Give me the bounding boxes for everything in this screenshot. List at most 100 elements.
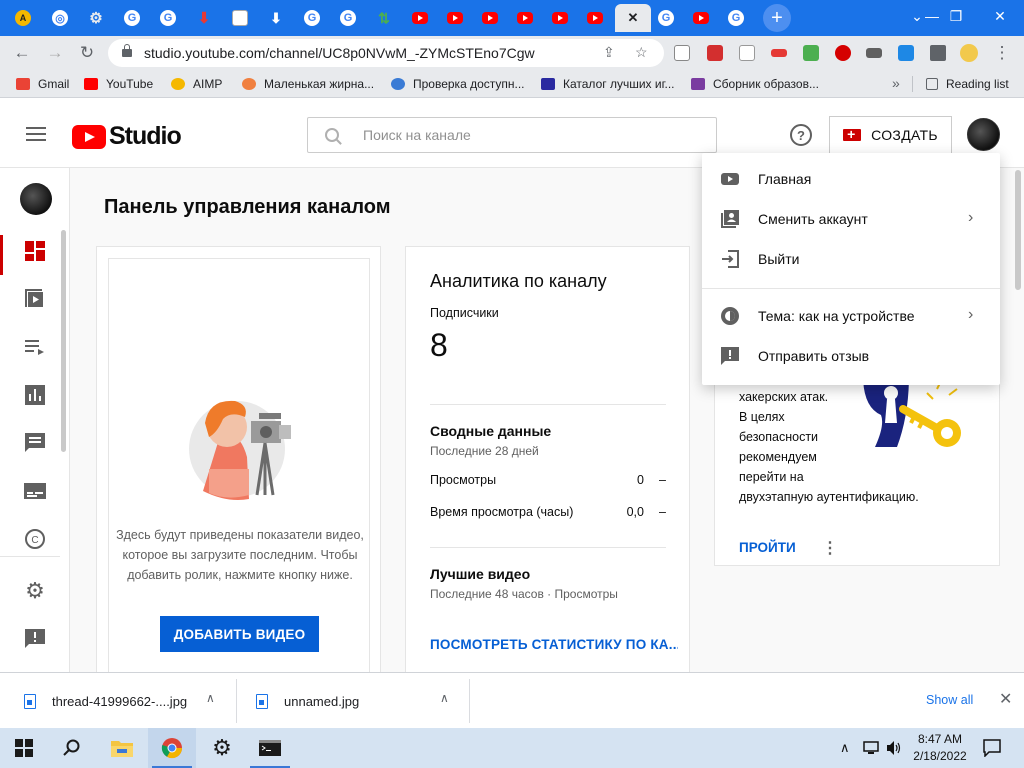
browser-tab[interactable]: ⬇ — [259, 4, 293, 32]
browser-tab[interactable] — [438, 4, 472, 32]
browser-tab[interactable] — [684, 4, 718, 32]
bookmark-item[interactable]: Проверка доступн... — [391, 76, 525, 92]
file-explorer-button[interactable] — [98, 728, 146, 768]
show-all-downloads-link[interactable]: Show all — [926, 693, 973, 707]
browser-tab[interactable] — [578, 4, 612, 32]
hamburger-menu-icon[interactable] — [26, 127, 46, 141]
extension-icon[interactable] — [739, 45, 755, 61]
browser-tab[interactable]: G — [719, 4, 753, 32]
profile-avatar[interactable] — [960, 44, 978, 62]
chrome-taskbar-button[interactable] — [148, 728, 196, 768]
bookmark-item[interactable]: Маленькая жирна... — [242, 76, 374, 92]
channel-avatar[interactable] — [20, 183, 52, 215]
reading-list-button[interactable]: Reading list — [926, 76, 1009, 92]
menu-item-switch-account[interactable]: Сменить аккаунт › — [702, 199, 1000, 239]
extension-icon[interactable] — [866, 48, 882, 58]
bookmarks-overflow-button[interactable]: » — [892, 75, 900, 91]
browser-tab[interactable]: ◎ — [43, 4, 77, 32]
extension-icon[interactable] — [898, 45, 914, 61]
browser-tab[interactable] — [508, 4, 542, 32]
extension-icon[interactable] — [674, 45, 690, 61]
browser-tab[interactable]: ⇅ — [367, 4, 401, 32]
notifications-icon[interactable] — [983, 739, 1001, 757]
close-tab-icon[interactable]: ✕ — [628, 10, 639, 26]
network-icon[interactable] — [863, 741, 879, 755]
sidebar-item-settings[interactable]: ⚙ — [0, 567, 70, 615]
sidebar-item-feedback[interactable] — [0, 615, 70, 663]
studio-logo[interactable]: Studio — [72, 122, 182, 151]
account-avatar[interactable] — [967, 118, 1000, 151]
search-taskbar-button[interactable] — [48, 728, 96, 768]
browser-tab[interactable]: A — [6, 4, 40, 32]
view-analytics-link[interactable]: ПОСМОТРЕТЬ СТАТИСТИКУ ПО КА... — [430, 637, 678, 652]
browser-tab[interactable]: ⚙ — [79, 4, 113, 32]
menu-item-send-feedback[interactable]: Отправить отзыв — [702, 336, 1000, 376]
sidebar-item-content[interactable] — [0, 275, 70, 323]
browser-tab[interactable]: ⬇ — [187, 4, 221, 32]
chevron-up-icon[interactable]: ∧ — [440, 691, 449, 705]
reload-button[interactable]: ↻ — [75, 41, 99, 65]
browser-tab-active[interactable]: ✕ — [615, 4, 651, 32]
subscribers-label: Подписчики — [430, 306, 499, 320]
menu-item-home[interactable]: Главная — [702, 159, 1000, 199]
top-videos-title: Лучшие видео — [430, 566, 531, 582]
menu-item-theme[interactable]: Тема: как на устройстве › — [702, 296, 1000, 336]
sidebar-item-comments[interactable] — [0, 419, 70, 467]
close-downloads-icon[interactable]: ✕ — [999, 689, 1012, 709]
create-button[interactable]: СОЗДАТЬ — [829, 116, 952, 154]
forward-button[interactable]: → — [43, 41, 67, 65]
menu-divider — [702, 288, 1000, 289]
browser-tab[interactable] — [543, 4, 577, 32]
more-vert-icon[interactable]: ⋮ — [822, 541, 838, 557]
address-bar[interactable]: studio.youtube.com/channel/UC8p0NVwM_-ZY… — [108, 39, 664, 67]
windows-taskbar: ⚙ ∧ 8:47 AM 2/18/2022 — [0, 728, 1024, 768]
menu-kebab-icon[interactable]: ⋮ — [990, 41, 1014, 65]
browser-tab[interactable]: G — [295, 4, 329, 32]
system-clock[interactable]: 8:47 AM 2/18/2022 — [906, 731, 974, 765]
bookmark-star-icon[interactable]: ☆ — [635, 44, 648, 61]
close-window-button[interactable]: ✕ — [978, 4, 1022, 28]
browser-tab[interactable]: G — [115, 4, 149, 32]
bookmark-youtube[interactable]: YouTube — [84, 76, 153, 92]
add-video-button[interactable]: ДОБАВИТЬ ВИДЕО — [160, 616, 319, 652]
browser-tab[interactable]: G — [649, 4, 683, 32]
bookmark-gmail[interactable]: Gmail — [16, 76, 69, 92]
extensions-puzzle-icon[interactable] — [930, 45, 946, 61]
lock-icon[interactable] — [122, 44, 132, 57]
sidebar-item-subtitles[interactable] — [0, 467, 70, 515]
new-tab-button[interactable]: + — [763, 4, 791, 32]
bookmark-item[interactable]: Каталог лучших иг... — [541, 76, 675, 92]
browser-tab[interactable] — [473, 4, 507, 32]
page-scrollbar[interactable] — [1015, 170, 1021, 290]
bookmark-item[interactable]: Сборник образов... — [691, 76, 819, 92]
extension-icon[interactable] — [771, 49, 787, 57]
two-step-link[interactable]: ПРОЙТИ — [739, 540, 796, 555]
help-icon[interactable]: ? — [790, 124, 812, 146]
channel-search-input[interactable]: Поиск на канале — [307, 117, 717, 153]
sidebar-item-dashboard[interactable] — [0, 227, 70, 275]
restore-button[interactable]: ❐ — [934, 4, 978, 28]
volume-icon[interactable] — [886, 740, 902, 756]
tray-overflow-icon[interactable]: ∧ — [840, 740, 850, 756]
extension-icon[interactable] — [707, 45, 723, 61]
browser-tab[interactable] — [403, 4, 437, 32]
sidebar-scrollbar[interactable] — [61, 230, 66, 452]
chevron-up-icon[interactable]: ∧ — [206, 691, 215, 705]
sidebar-item-playlists[interactable] — [0, 323, 70, 371]
bookmark-aimp[interactable]: AIMP — [171, 76, 222, 92]
download-item[interactable]: thread-41999662-....jpg — [24, 685, 187, 717]
browser-tab[interactable] — [223, 4, 257, 32]
extension-icon[interactable] — [835, 45, 851, 61]
terminal-taskbar-button[interactable] — [246, 728, 294, 768]
settings-taskbar-button[interactable]: ⚙ — [198, 728, 246, 768]
sidebar-item-analytics[interactable] — [0, 371, 70, 419]
menu-item-sign-out[interactable]: Выйти — [702, 239, 1000, 279]
folder-icon — [111, 741, 133, 757]
back-button[interactable]: ← — [10, 41, 34, 65]
extension-icon[interactable] — [803, 45, 819, 61]
browser-tab[interactable]: G — [331, 4, 365, 32]
browser-tab[interactable]: G — [151, 4, 185, 32]
start-button[interactable] — [0, 728, 48, 768]
share-icon[interactable]: ⇪ — [603, 44, 615, 61]
download-item[interactable]: unnamed.jpg — [256, 685, 359, 717]
